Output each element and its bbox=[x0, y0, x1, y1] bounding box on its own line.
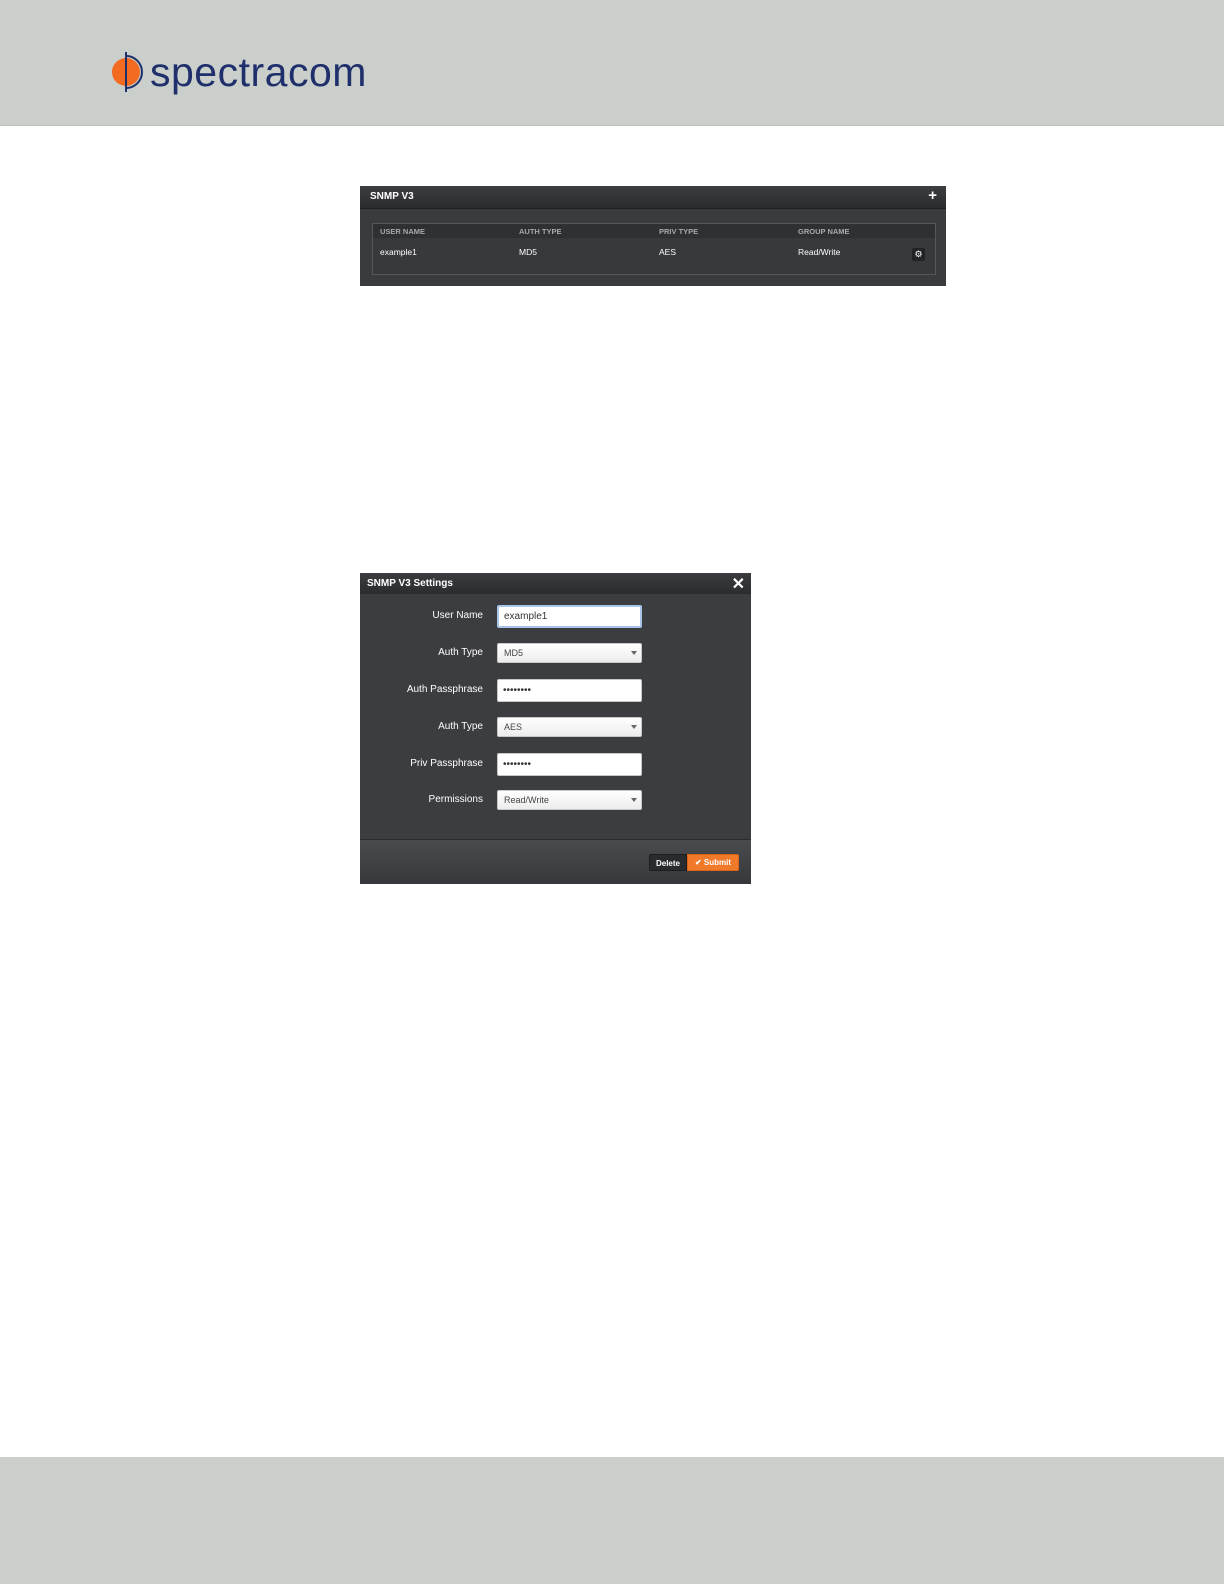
footer-band bbox=[0, 1457, 1224, 1584]
submit-button[interactable]: ✔ Submit bbox=[687, 854, 739, 871]
auth-type-row: Auth Type MD5 bbox=[360, 642, 751, 665]
checkmark-icon: ✔ bbox=[694, 858, 704, 867]
priv-passphrase-label: Priv Passphrase bbox=[410, 758, 483, 769]
cell-group-name: Read/Write bbox=[798, 247, 841, 257]
permissions-label: Permissions bbox=[428, 794, 483, 805]
dialog-header: SNMP V3 Settings ✕ bbox=[360, 573, 751, 594]
priv-passphrase-input[interactable] bbox=[497, 753, 642, 776]
panel-title: SNMP V3 bbox=[370, 191, 414, 202]
user-name-label: User Name bbox=[432, 610, 483, 621]
auth-passphrase-input[interactable] bbox=[497, 679, 642, 702]
close-icon[interactable]: ✕ bbox=[732, 574, 745, 594]
header-band: spectracom bbox=[0, 0, 1224, 126]
column-header-priv-type: PRIV TYPE bbox=[659, 227, 699, 236]
priv-type-label: Auth Type bbox=[438, 721, 483, 732]
priv-type-select[interactable]: AES bbox=[497, 717, 642, 737]
snmp-v3-settings-dialog: SNMP V3 Settings ✕ User Name Auth Type M… bbox=[360, 573, 751, 884]
dialog-footer: Delete ✔ Submit bbox=[360, 839, 751, 884]
logo-wordmark: spectracom bbox=[150, 49, 367, 95]
column-header-auth-type: AUTH TYPE bbox=[519, 227, 562, 236]
permissions-select[interactable]: Read/Write bbox=[497, 790, 642, 810]
auth-type-select[interactable]: MD5 bbox=[497, 643, 642, 663]
spectracom-logo: spectracom bbox=[110, 48, 367, 96]
gear-icon[interactable]: ⚙ bbox=[912, 248, 925, 261]
delete-button[interactable]: Delete bbox=[649, 854, 687, 871]
logo-mark-icon bbox=[110, 50, 146, 94]
auth-passphrase-label: Auth Passphrase bbox=[406, 684, 483, 695]
priv-passphrase-row: Priv Passphrase bbox=[360, 753, 751, 776]
cell-user-name: example1 bbox=[380, 247, 417, 257]
permissions-row: Permissions Read/Write bbox=[360, 789, 751, 812]
panel-header: SNMP V3 + bbox=[360, 186, 946, 209]
auth-type-value: MD5 bbox=[504, 648, 524, 658]
snmp-users-table: USER NAME AUTH TYPE PRIV TYPE GROUP NAME… bbox=[372, 223, 936, 275]
cell-priv-type: AES bbox=[659, 247, 677, 257]
chevron-down-icon bbox=[631, 725, 637, 729]
priv-type-row: Auth Type AES bbox=[360, 716, 751, 739]
auth-passphrase-row: Auth Passphrase bbox=[360, 679, 751, 702]
user-name-input[interactable] bbox=[497, 605, 642, 628]
plus-icon[interactable]: + bbox=[928, 187, 937, 204]
permissions-value: Read/Write bbox=[504, 795, 549, 805]
column-header-group-name: GROUP NAME bbox=[798, 227, 850, 236]
user-name-row: User Name bbox=[360, 605, 751, 628]
table-header: USER NAME AUTH TYPE PRIV TYPE GROUP NAME bbox=[373, 224, 935, 238]
auth-type-label: Auth Type bbox=[438, 647, 483, 658]
chevron-down-icon bbox=[631, 798, 637, 802]
column-header-user-name: USER NAME bbox=[380, 227, 426, 236]
priv-type-value: AES bbox=[504, 722, 523, 732]
snmp-v3-panel: SNMP V3 + USER NAME AUTH TYPE PRIV TYPE … bbox=[360, 186, 946, 286]
submit-label: Submit bbox=[703, 858, 732, 867]
chevron-down-icon bbox=[631, 651, 637, 655]
dialog-title: SNMP V3 Settings bbox=[367, 578, 453, 589]
cell-auth-type: MD5 bbox=[519, 247, 537, 257]
